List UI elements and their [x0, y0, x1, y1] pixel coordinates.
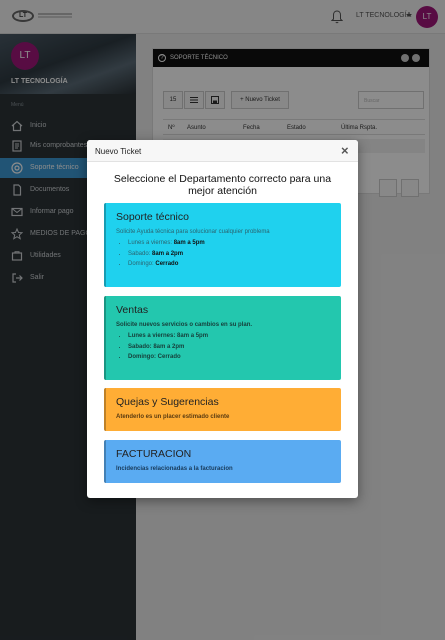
modal-title: Nuevo Ticket — [95, 147, 142, 156]
department-description: Atenderlo es un placer estimado cliente — [116, 414, 230, 420]
new-ticket-modal: Nuevo Ticket × Seleccione el Departament… — [87, 140, 358, 498]
schedule-item: Sabado: 8am a 2pm — [128, 249, 205, 260]
department-soporte-tecnico[interactable]: Soporte técnico Solicite Ayuda técnica p… — [104, 203, 341, 287]
department-title: Soporte técnico — [116, 211, 189, 223]
modal-heading: Seleccione el Departamento correcto para… — [113, 173, 332, 197]
department-facturacion[interactable]: FACTURACION Incidencias relacionadas a l… — [104, 440, 341, 483]
department-ventas[interactable]: Ventas Solicite nuevos servicios o cambi… — [104, 296, 341, 380]
department-description: Solicite Ayuda técnica para solucionar c… — [116, 229, 270, 235]
schedule-item: Domingo: Cerrado — [128, 352, 208, 363]
department-quejas-sugerencias[interactable]: Quejas y Sugerencias Atenderlo es un pla… — [104, 388, 341, 431]
schedule-item: Lunes a viernes: 8am a 5pm — [128, 331, 208, 342]
schedule-list: Lunes a viernes: 8am a 5pm Sabado: 8am a… — [128, 331, 208, 363]
close-icon[interactable]: × — [341, 143, 349, 158]
schedule-item: Sabado: 8am a 2pm — [128, 342, 208, 353]
department-title: Ventas — [116, 304, 149, 316]
schedule-item: Lunes a viernes: 8am a 5pm — [128, 238, 205, 249]
department-title: Quejas y Sugerencias — [116, 396, 219, 408]
department-description: Solicite nuevos servicios o cambios en s… — [116, 322, 253, 328]
modal-header: Nuevo Ticket × — [87, 140, 358, 162]
schedule-item: Domingo: Cerrado — [128, 259, 205, 270]
department-description: Incidencias relacionadas a la facturacio… — [116, 466, 233, 472]
schedule-list: Lunes a viernes: 8am a 5pm Sabado: 8am a… — [128, 238, 205, 270]
department-title: FACTURACION — [116, 448, 192, 460]
